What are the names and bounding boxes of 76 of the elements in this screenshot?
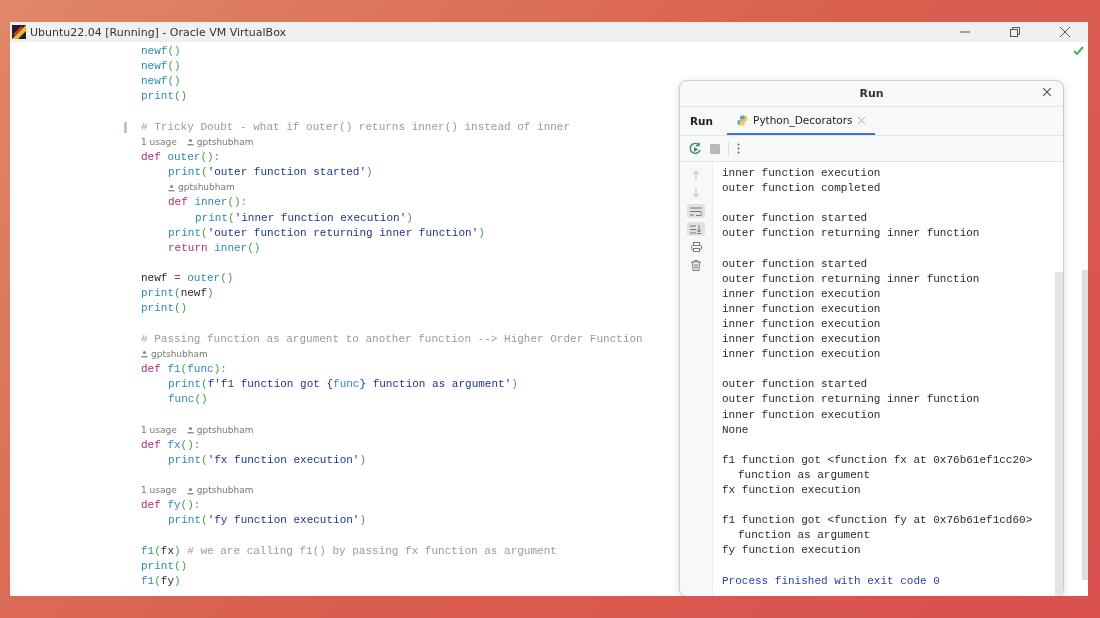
console-output: f1 function got <function fy at 0x76b61ef1cd60> (722, 514, 1033, 527)
code-line: def f1(func): (141, 361, 227, 377)
person-icon (141, 350, 148, 359)
console-output: function as argument (738, 468, 871, 481)
more-icon[interactable] (737, 143, 740, 154)
soft-wrap-button[interactable] (687, 204, 705, 218)
usage-hint[interactable]: 1 usage (141, 134, 177, 150)
code-line: f1(fy) (141, 573, 181, 589)
close-icon[interactable] (1043, 88, 1053, 98)
person-icon (168, 183, 175, 192)
code-line: print(newf) (141, 286, 214, 302)
code-line: # Passing function as argument to another function --> Higher Order Function (141, 331, 643, 347)
check-icon (1073, 46, 1084, 55)
code-line: print() (141, 558, 188, 574)
close-icon (1060, 27, 1070, 37)
console-output: outer function returning inner function (722, 393, 980, 406)
console-output: fy function execution (722, 544, 861, 557)
usage-hint[interactable]: 1 usage (141, 422, 177, 438)
code-line: def fy(): (141, 498, 201, 514)
code-line: print('fx function execution') (168, 452, 367, 468)
console-output: inner function execution (722, 302, 881, 315)
code-line: return inner() (168, 240, 261, 256)
code-line: def outer(): (141, 150, 221, 165)
restore-icon (1010, 27, 1020, 37)
window-title: Ubuntu22.04 [Running] - Oracle VM VirtualBox (30, 25, 288, 39)
console-output: outer function started (722, 378, 868, 391)
code-line: print(f'f1 function got {func} function as argument') (168, 377, 518, 393)
code-line: print('fy function execution') (168, 513, 367, 529)
person-icon (186, 426, 194, 435)
code-line: print('outer function returning inner function') (168, 225, 485, 241)
author-hint: gptshubham (196, 484, 254, 498)
code-line: def fx(): (141, 437, 201, 453)
code-line: print() (141, 89, 188, 105)
virtualbox-logo-icon (12, 25, 26, 39)
scrollbar[interactable] (1055, 272, 1063, 596)
console-output: inner function execution (722, 167, 881, 179)
console-output: inner function execution (722, 317, 881, 330)
code-line: # Tricky Doubt - what if outer() returns inner() instead of inner (141, 119, 571, 135)
console-output: function as argument (738, 529, 871, 542)
console-output: inner function execution (722, 408, 881, 421)
scrollbar[interactable] (1082, 270, 1088, 580)
code-line: print('inner function execution') (195, 210, 413, 226)
console-output: inner function execution (722, 348, 881, 361)
panel-title: Run (859, 87, 884, 100)
author-hint: gptshubham (196, 423, 254, 437)
author-hint: gptshubham (196, 135, 254, 149)
code-line: print() (141, 301, 188, 317)
code-line: def inner(): (168, 195, 248, 211)
console-output: inner function execution (722, 333, 881, 346)
author-hint: gptshubham (178, 181, 235, 195)
code-line: newf() (141, 74, 181, 90)
console-output: f1 function got <function fx at 0x76b61ef1cc20> (722, 453, 1033, 466)
rerun-icon[interactable] (689, 142, 702, 155)
console-output: outer function started (722, 212, 868, 225)
run-tab[interactable]: Python_Decorators (727, 107, 875, 135)
code-line: newf = outer() (141, 271, 234, 287)
run-label: Run (690, 115, 714, 127)
person-icon (186, 486, 194, 495)
person-icon (186, 138, 194, 147)
console-output: outer function returning inner function (722, 272, 980, 285)
console-output: fx function execution (722, 483, 861, 496)
python-icon (737, 114, 749, 126)
exit-message: Process finished with exit code 0 (722, 574, 940, 587)
console-output: outer function completed (722, 182, 881, 195)
console-output: outer function started (722, 257, 868, 270)
console-output: outer function returning inner function (722, 227, 980, 240)
scroll-to-end-button[interactable] (687, 222, 705, 236)
console-output: None (722, 423, 749, 436)
code-line: newf() (141, 44, 181, 59)
code-line: newf() (141, 59, 181, 75)
usage-hint[interactable]: 1 usage (141, 483, 177, 499)
code-line: print('outer function started') (168, 165, 373, 181)
code-line: func() (168, 392, 208, 408)
code-line: f1(fx) # we are calling f1() by passing fx function as argument (141, 543, 557, 559)
author-hint: gptshubham (151, 347, 208, 361)
console-output: inner function execution (722, 287, 881, 300)
